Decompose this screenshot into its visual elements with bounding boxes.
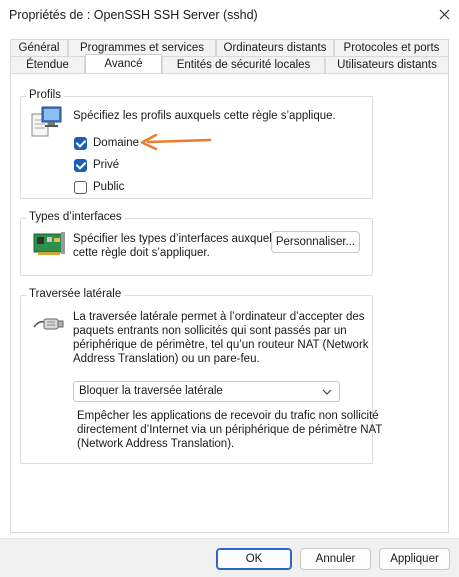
traversal-help-line2: directement d’Internet via un périphériq… xyxy=(77,424,383,436)
monitor-icon xyxy=(30,104,64,138)
domain-label[interactable]: Domaine xyxy=(93,136,139,150)
network-card-icon xyxy=(32,229,68,259)
tab-local-principals[interactable]: Entités de sécurité locales xyxy=(162,56,325,73)
traversal-desc-line3: périphérique de périmètre, tel qu’un rou… xyxy=(73,339,369,351)
private-checkbox[interactable] xyxy=(74,159,87,172)
apply-button[interactable]: Appliquer xyxy=(379,548,450,570)
ok-button[interactable]: OK xyxy=(216,548,292,570)
traversal-help-line1: Empêcher les applications de recevoir du… xyxy=(77,410,379,422)
traversal-desc-line1: La traversée latérale permet à l’ordinat… xyxy=(73,311,365,323)
traversal-group-title: Traversée latérale xyxy=(26,288,125,300)
interfaces-line1: Spécifier les types d’interfaces auxquel… xyxy=(73,233,278,245)
close-icon[interactable] xyxy=(433,3,455,25)
public-label[interactable]: Public xyxy=(93,180,124,194)
tab-advanced[interactable]: Avancé xyxy=(85,54,162,73)
chevron-down-icon xyxy=(321,386,333,398)
tab-scope[interactable]: Étendue xyxy=(10,56,85,73)
customize-button[interactable]: Personnaliser... xyxy=(271,231,360,253)
traversal-select-value: Bloquer la traversée latérale xyxy=(79,385,223,397)
tab-remote-computers[interactable]: Ordinateurs distants xyxy=(216,39,334,56)
public-checkbox[interactable] xyxy=(74,181,87,194)
traversal-desc-line2: paquets entrants non sollicités qui sont… xyxy=(73,325,347,337)
profiles-description: Spécifiez les profils auxquels cette règ… xyxy=(73,110,336,122)
cable-plug-icon xyxy=(32,313,66,337)
domain-checkbox[interactable] xyxy=(74,137,87,150)
interfaces-group-title: Types d’interfaces xyxy=(26,211,125,223)
tab-remote-users[interactable]: Utilisateurs distants xyxy=(325,56,449,73)
annotation-arrow xyxy=(138,133,214,151)
profiles-group-title: Profils xyxy=(26,89,64,101)
window-title: Propriétés de : OpenSSH SSH Server (sshd… xyxy=(9,8,258,22)
traversal-desc-line4: Address Translation) ou un pare-feu. xyxy=(73,353,260,365)
traversal-help-line3: (Network Address Translation). xyxy=(77,438,235,450)
tab-general[interactable]: Général xyxy=(10,39,68,56)
private-label[interactable]: Privé xyxy=(93,158,119,172)
interfaces-line2: cette règle doit s’appliquer. xyxy=(73,247,210,259)
cancel-button[interactable]: Annuler xyxy=(300,548,371,570)
traversal-select[interactable]: Bloquer la traversée latérale xyxy=(73,381,340,402)
tab-protocols-ports[interactable]: Protocoles et ports xyxy=(334,39,449,56)
